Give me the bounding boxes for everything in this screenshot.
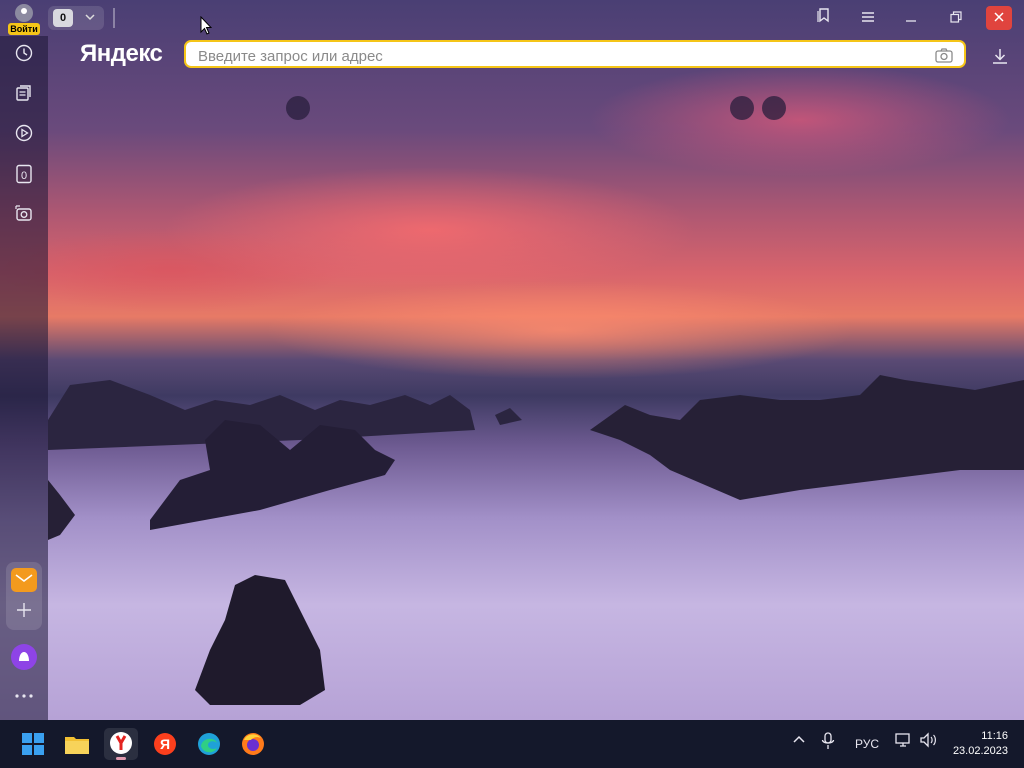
mountain-silhouettes [48,375,1024,705]
mail-icon[interactable] [11,568,37,592]
browser-titlebar: Войти 0 [0,0,1024,36]
system-clock[interactable]: 11:16 23.02.2023 [953,729,1008,759]
file-explorer-icon[interactable] [60,728,94,760]
history-icon[interactable] [12,44,36,68]
camera-search-icon[interactable] [934,45,954,65]
download-icon[interactable] [990,46,1010,66]
svg-text:Я: Я [160,736,170,752]
page-indicator-dot [762,96,786,120]
tabs-count: 0 [53,9,73,27]
network-icon[interactable] [895,732,913,751]
volume-icon[interactable] [919,732,937,751]
restore-icon[interactable] [943,6,969,30]
windows-taskbar: Я РУС 11:16 23.02.2023 [0,720,1024,768]
microphone-icon[interactable] [820,732,836,753]
alice-icon[interactable] [11,644,37,670]
firefox-icon[interactable] [236,728,270,760]
show-hidden-icons-icon[interactable] [791,732,807,751]
profile-login-button[interactable]: Войти [8,4,40,35]
tab-counter-icon[interactable]: 0 [12,164,36,188]
menu-icon[interactable] [855,6,881,30]
minimize-icon[interactable] [898,6,924,30]
more-icon[interactable] [12,686,36,706]
language-indicator[interactable]: РУС [855,737,879,751]
bookmarks-icon[interactable] [811,6,837,30]
search-input[interactable] [196,45,920,67]
tab-counter-value: 0 [20,170,28,182]
yandex-logo[interactable]: Яндекс [80,40,163,68]
windows-start-icon[interactable] [16,728,50,760]
yandex-browser-icon[interactable] [104,728,138,760]
omnibox[interactable] [184,40,966,68]
close-icon[interactable] [986,6,1012,30]
video-icon[interactable] [12,124,36,148]
page-indicator-dot [730,96,754,120]
titlebar-divider [113,8,115,28]
active-app-indicator [116,757,126,760]
login-label: Войти [8,23,40,35]
clock-date: 23.02.2023 [952,745,1008,757]
edge-icon[interactable] [192,728,226,760]
tabs-counter-button[interactable]: 0 [48,6,104,30]
browser-sidebar: 0 [0,36,48,720]
sidebar-apps-group [6,562,42,630]
clock-time: 11:16 [981,730,1008,742]
page-indicator-dot [286,96,310,120]
user-avatar-icon [15,4,33,22]
mouse-cursor-icon [200,15,213,41]
collections-icon[interactable] [12,84,36,108]
screenshot-icon[interactable] [12,204,36,228]
yandex-icon[interactable]: Я [148,728,182,760]
add-icon[interactable] [14,600,34,620]
chevron-down-icon [84,9,96,28]
